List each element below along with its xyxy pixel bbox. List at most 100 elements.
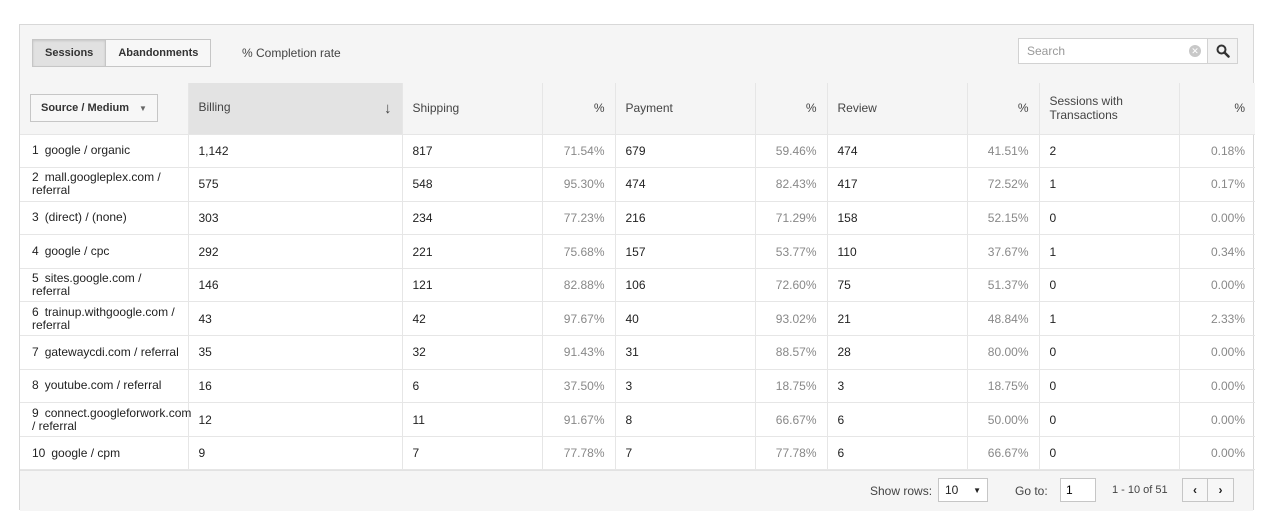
source-medium-link[interactable]: (direct) / (none) xyxy=(45,210,127,224)
billing-cell: 1,142 xyxy=(188,134,403,169)
shipping-cell: 32 xyxy=(402,335,543,370)
dimension-header: Source / Medium ▼ xyxy=(20,83,189,135)
funnel-table: Source / Medium ▼ Billing ↓ Shipping % P… xyxy=(20,83,1255,471)
payment-cell: 106 xyxy=(615,268,756,303)
shipping-cell: 548 xyxy=(402,167,543,202)
transactions-cell: 1 xyxy=(1039,234,1180,269)
source-medium-link[interactable]: gatewaycdi.com / referral xyxy=(45,345,179,359)
billing-cell: 292 xyxy=(188,234,403,269)
transactions-cell: 0 xyxy=(1039,335,1180,370)
review-cell: 110 xyxy=(827,234,968,269)
payment-pct-cell: 66.67% xyxy=(755,402,828,437)
table-header-row: Source / Medium ▼ Billing ↓ Shipping % P… xyxy=(20,83,1255,135)
row-number: 5 xyxy=(32,271,39,286)
review-pct-header[interactable]: % xyxy=(967,83,1040,135)
payment-pct-cell: 88.57% xyxy=(755,335,828,370)
abandonments-tab[interactable]: Abandonments xyxy=(106,39,212,67)
table-row: 1 google / organic 1,142 817 71.54% 679 59.46%… xyxy=(20,134,1255,169)
payment-pct-cell: 82.43% xyxy=(755,167,828,202)
row-number: 9 xyxy=(32,405,39,420)
source-medium-link[interactable]: google / organic xyxy=(45,143,130,157)
sessions-tab[interactable]: Sessions xyxy=(32,39,107,67)
shipping-pct-header[interactable]: % xyxy=(542,83,616,135)
transactions-pct-cell: 0.17% xyxy=(1179,167,1255,202)
review-cell: 6 xyxy=(827,436,968,471)
review-cell: 3 xyxy=(827,369,968,404)
transactions-cell: 0 xyxy=(1039,268,1180,303)
review-cell: 417 xyxy=(827,167,968,202)
completion-rate-link[interactable]: % Completion rate xyxy=(242,46,341,60)
shipping-pct-cell: 82.88% xyxy=(542,268,616,303)
payment-pct-header[interactable]: % xyxy=(755,83,828,135)
shipping-header[interactable]: Shipping xyxy=(402,83,543,135)
shipping-cell: 221 xyxy=(402,234,543,269)
shipping-cell: 6 xyxy=(402,369,543,404)
previous-page-button[interactable]: ‹ xyxy=(1182,478,1208,502)
transactions-pct-cell: 0.00% xyxy=(1179,369,1255,404)
arrow-down-icon: ↓ xyxy=(384,99,392,117)
transactions-pct-cell: 0.00% xyxy=(1179,335,1255,370)
table-row: 7 gatewaycdi.com / referral 35 32 91.43% 31 88… xyxy=(20,335,1255,370)
show-rows-select[interactable]: 10 ▼ xyxy=(938,478,988,502)
transactions-header[interactable]: Sessions with Transactions xyxy=(1039,83,1180,135)
chevron-left-icon: ‹ xyxy=(1193,483,1197,497)
shipping-cell: 817 xyxy=(402,134,543,169)
clear-circle-icon[interactable]: ✕ xyxy=(1189,45,1201,57)
shipping-pct-cell: 95.30% xyxy=(542,167,616,202)
transactions-pct-cell: 0.00% xyxy=(1179,268,1255,303)
dimension-selector[interactable]: Source / Medium ▼ xyxy=(30,94,158,123)
show-rows-value: 10 xyxy=(945,483,959,497)
payment-cell: 31 xyxy=(615,335,756,370)
review-pct-cell: 37.67% xyxy=(967,234,1040,269)
review-pct-cell: 80.00% xyxy=(967,335,1040,370)
billing-cell: 43 xyxy=(188,301,403,337)
search-button[interactable] xyxy=(1208,38,1238,64)
review-pct-cell: 18.75% xyxy=(967,369,1040,404)
source-medium-cell: 2 mall.googleplex.com / referral xyxy=(20,167,189,202)
payment-pct-cell: 53.77% xyxy=(755,234,828,269)
source-medium-link[interactable]: sites.google.com / referral xyxy=(32,271,141,298)
shipping-pct-cell: 77.23% xyxy=(542,201,616,236)
billing-cell: 35 xyxy=(188,335,403,370)
shipping-pct-cell: 37.50% xyxy=(542,369,616,404)
source-medium-link[interactable]: youtube.com / referral xyxy=(45,378,162,392)
billing-cell: 16 xyxy=(188,369,403,404)
magnifier-icon xyxy=(1216,44,1230,58)
row-number: 8 xyxy=(32,378,39,393)
source-medium-cell: 5 sites.google.com / referral xyxy=(20,268,189,303)
review-cell: 6 xyxy=(827,402,968,437)
table-row: 9 connect.googleforwork.com / referral 12 1… xyxy=(20,402,1255,437)
source-medium-link[interactable]: google / cpc xyxy=(45,244,110,258)
transactions-pct-cell: 2.33% xyxy=(1179,301,1255,337)
source-medium-link[interactable]: mall.googleplex.com / referral xyxy=(32,170,161,197)
goto-input[interactable] xyxy=(1060,478,1096,502)
review-pct-cell: 51.37% xyxy=(967,268,1040,303)
billing-cell: 575 xyxy=(188,167,403,202)
search-input[interactable] xyxy=(1018,38,1208,64)
pager: ‹ › xyxy=(1182,478,1234,502)
transactions-pct-cell: 0.00% xyxy=(1179,201,1255,236)
review-pct-cell: 41.51% xyxy=(967,134,1040,169)
review-header[interactable]: Review xyxy=(827,83,968,135)
transactions-pct-header[interactable]: % xyxy=(1179,83,1255,135)
source-medium-cell: 6 trainup.withgoogle.com / referral xyxy=(20,301,189,337)
transactions-cell: 0 xyxy=(1039,369,1180,404)
source-medium-link[interactable]: connect.googleforwork.com / referral xyxy=(32,406,191,433)
search-box: ✕ xyxy=(1018,38,1240,64)
source-medium-link[interactable]: trainup.withgoogle.com / referral xyxy=(32,305,175,332)
source-medium-link[interactable]: google / cpm xyxy=(51,446,120,460)
payment-pct-cell: 72.60% xyxy=(755,268,828,303)
billing-header[interactable]: Billing ↓ xyxy=(188,83,403,135)
billing-cell: 146 xyxy=(188,268,403,303)
metric-toggle: Sessions Abandonments xyxy=(32,39,212,67)
source-medium-cell: 9 connect.googleforwork.com / referral xyxy=(20,402,191,437)
payment-cell: 216 xyxy=(615,201,756,236)
row-number: 7 xyxy=(32,344,39,359)
report-toolbar: Sessions Abandonments % Completion rate … xyxy=(20,25,1253,84)
payment-header[interactable]: Payment xyxy=(615,83,756,135)
next-page-button[interactable]: › xyxy=(1208,478,1234,502)
shipping-pct-cell: 91.43% xyxy=(542,335,616,370)
source-medium-cell: 3 (direct) / (none) xyxy=(20,201,189,236)
transactions-cell: 1 xyxy=(1039,301,1180,337)
table-body: 1 google / organic 1,142 817 71.54% 679 59.46%… xyxy=(20,134,1255,471)
